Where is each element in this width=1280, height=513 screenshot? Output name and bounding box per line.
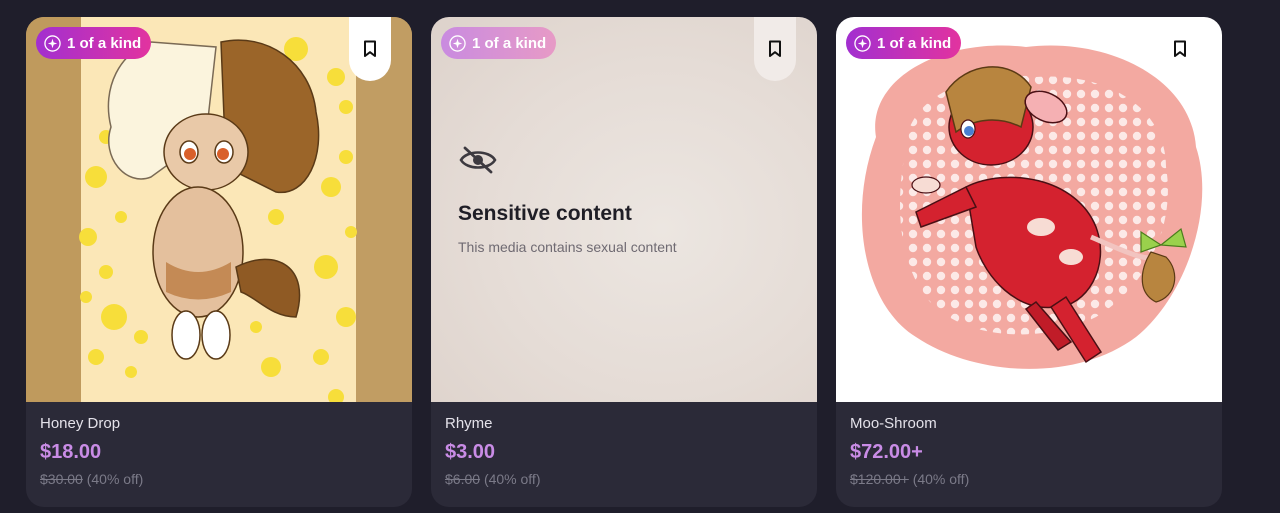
- product-image-blurred[interactable]: 1 of a kind Sensitive content This media…: [431, 17, 817, 402]
- one-of-a-kind-badge: 1 of a kind: [846, 27, 962, 59]
- bookmark-button[interactable]: [1159, 17, 1201, 81]
- one-of-a-kind-badge: 1 of a kind: [441, 27, 557, 59]
- badge-label: 1 of a kind: [67, 34, 142, 52]
- product-price: $18.00: [40, 441, 102, 463]
- sensitive-content-title: Sensitive content: [458, 202, 632, 225]
- product-image[interactable]: 1 of a kind: [836, 17, 1222, 402]
- one-of-a-kind-badge: 1 of a kind: [36, 27, 152, 59]
- product-image[interactable]: 1 of a kind: [26, 17, 412, 402]
- eye-off-icon: [459, 146, 497, 174]
- product-info: Moo-Shroom $72.00+ $120.00+ (40% off): [836, 402, 1222, 507]
- product-price: $72.00+: [850, 441, 923, 463]
- discount-label: (40% off): [86, 471, 144, 487]
- product-info: Rhyme $3.00 $6.00 (40% off): [431, 402, 817, 507]
- discount-label: (40% off): [483, 471, 541, 487]
- original-price-line: $30.00 (40% off): [40, 471, 143, 487]
- product-price: $3.00: [445, 441, 496, 463]
- original-price: $30.00: [40, 471, 83, 487]
- sparkle-icon: [44, 34, 61, 52]
- sparkle-icon: [854, 34, 871, 52]
- bookmark-icon: [1174, 40, 1186, 57]
- original-price-line: $6.00 (40% off): [445, 471, 540, 487]
- product-card[interactable]: 1 of a kind Sensitive content This media…: [431, 17, 817, 507]
- product-title[interactable]: Rhyme: [445, 415, 493, 432]
- product-title[interactable]: Honey Drop: [40, 415, 120, 432]
- sparkle-icon: [449, 34, 466, 52]
- product-card[interactable]: 1 of a kind Moo-Shroom $72.00+ $120.00+ …: [836, 17, 1222, 507]
- product-info: Honey Drop $18.00 $30.00 (40% off): [26, 402, 412, 507]
- sensitive-content-description: This media contains sexual content: [458, 239, 677, 255]
- original-price: $6.00: [445, 471, 481, 487]
- product-title[interactable]: Moo-Shroom: [850, 415, 937, 432]
- badge-label: 1 of a kind: [472, 34, 547, 52]
- product-card[interactable]: 1 of a kind Honey Drop $18.00 $30.00 (40…: [26, 17, 412, 507]
- bookmark-button[interactable]: [349, 17, 391, 81]
- bookmark-button[interactable]: [754, 17, 796, 81]
- badge-label: 1 of a kind: [877, 34, 952, 52]
- discount-label: (40% off): [912, 471, 970, 487]
- original-price: $120.00+: [850, 471, 909, 487]
- original-price-line: $120.00+ (40% off): [850, 471, 969, 487]
- bookmark-icon: [769, 40, 781, 57]
- bookmark-icon: [364, 40, 376, 57]
